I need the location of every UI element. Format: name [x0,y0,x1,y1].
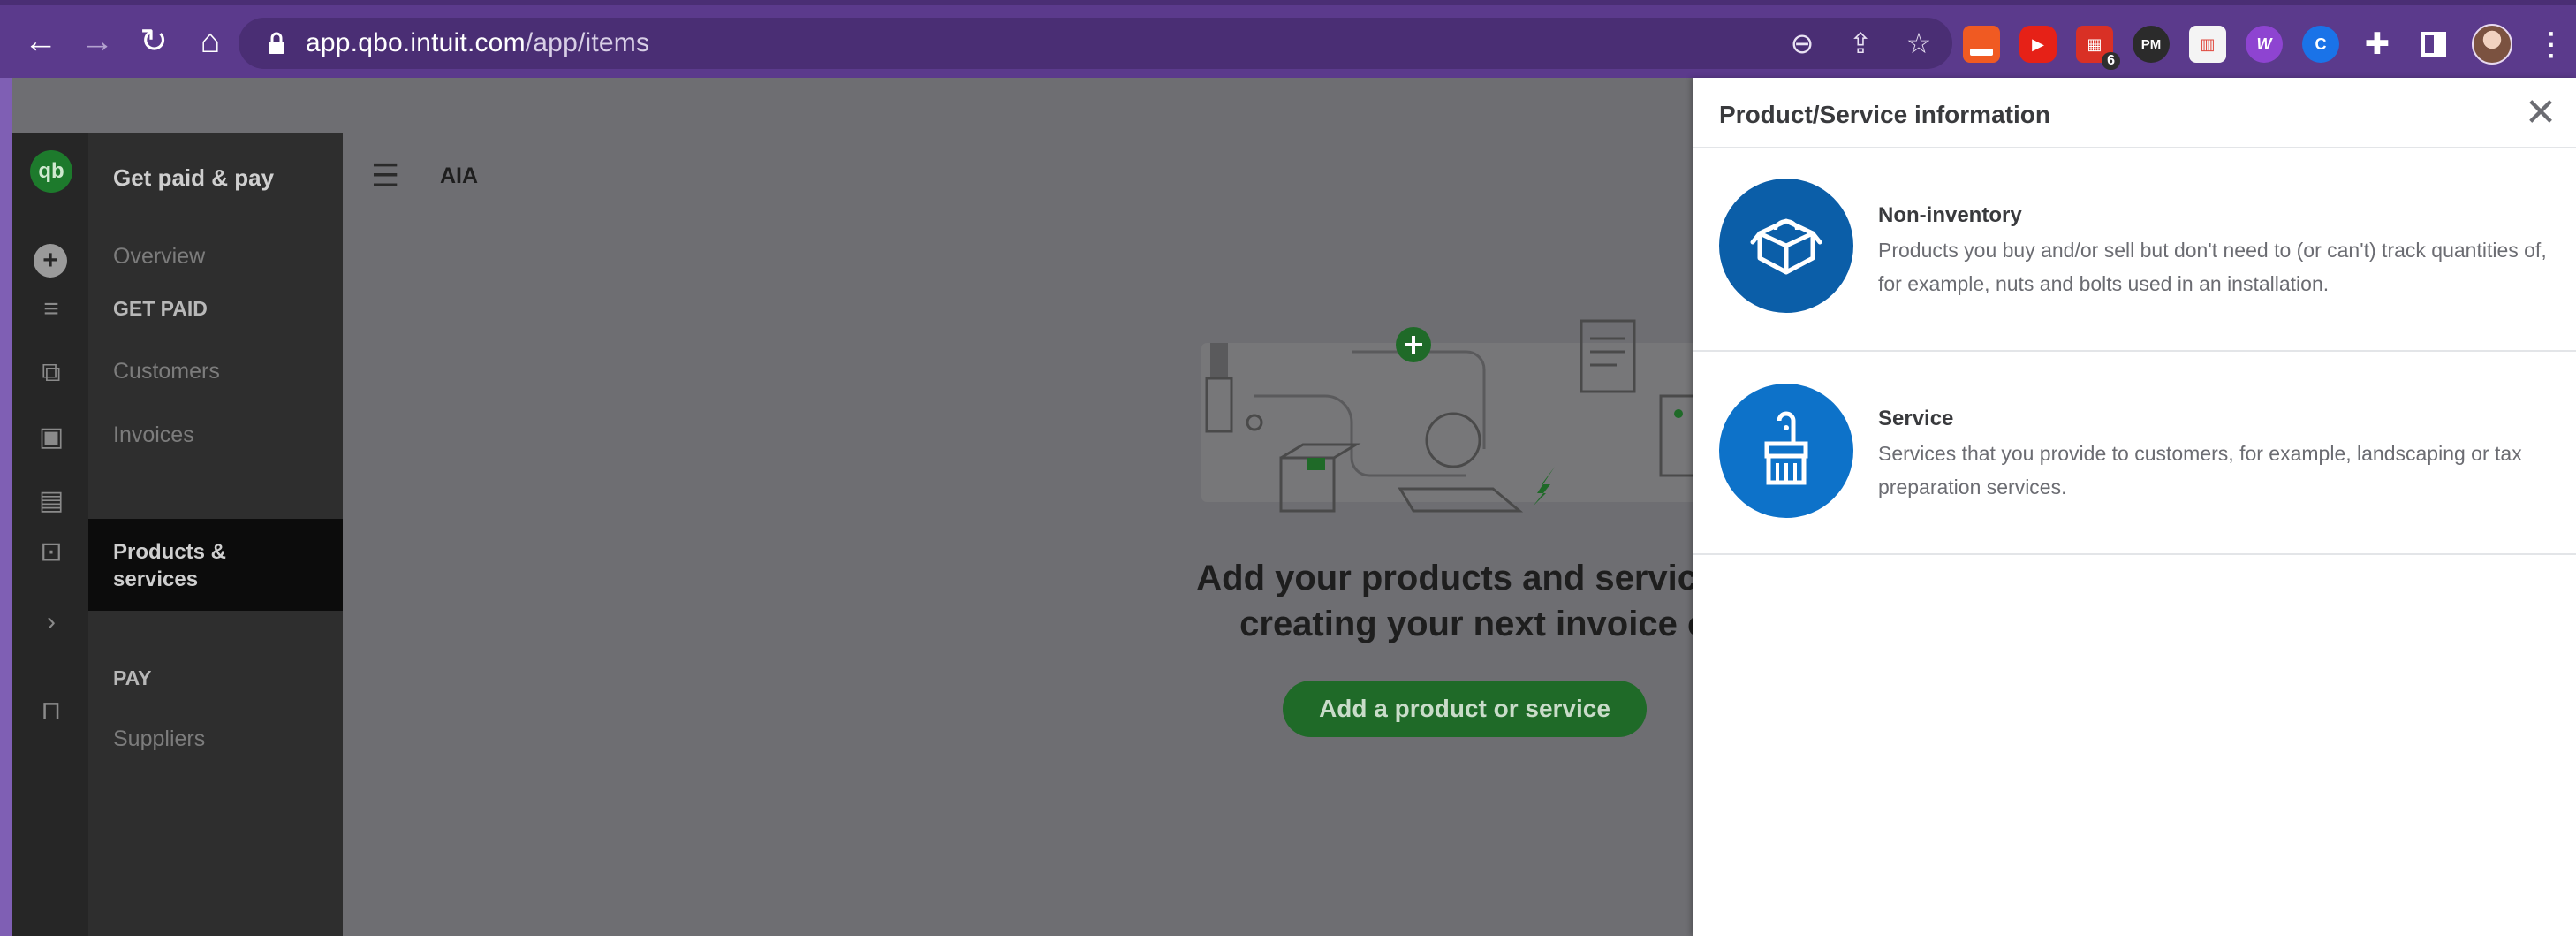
option-description: Services that you provide to customers, … [1878,442,2522,498]
sidebar-item-suppliers[interactable]: Suppliers [113,727,205,752]
quickbooks-logo-icon[interactable]: qb [30,150,72,193]
toolbox-ext-icon[interactable]: ▥ [2189,26,2226,63]
drawer-header: Product/Service information ✕ [1693,78,2576,148]
reports-icon[interactable]: ⊡ [25,530,78,573]
url-text: app.qbo.intuit.com/app/items [306,28,650,57]
forward-icon[interactable]: → [69,13,125,70]
sidebar-item-overview[interactable]: Overview [113,244,205,270]
box-icon [1719,179,1853,313]
sidebar-item-products-services[interactable]: Products & services [88,519,343,611]
sidebar-section-get-paid: GET PAID [113,297,208,320]
option-description: Products you buy and/or sell but don't n… [1878,239,2547,295]
paintbrush-icon [1719,384,1853,518]
calendar-icon[interactable]: ▤ [25,479,78,521]
option-label: Non-inventory [1878,203,2022,227]
browser-toolbar: ← → ↻ ⌂ app.qbo.intuit.com/app/items ⊖ ⇪… [0,0,2576,78]
youtube-ext-icon[interactable]: ▶ [2019,26,2057,63]
sidebar-item-label: Products & services [113,540,227,591]
option-service[interactable]: Service Services that you provide to cus… [1693,352,2576,555]
pm-ext-icon[interactable]: PM [2133,26,2170,63]
bookmark-ext-icon[interactable] [1963,26,2000,63]
company-name: AIA [440,163,479,188]
option-non-inventory[interactable]: Non-inventory Products you buy and/or se… [1693,148,2576,352]
bookmark-star-icon[interactable]: ☆ [1901,27,1936,60]
w-ext-icon[interactable]: W [2246,26,2283,63]
icon-rail: qb + ≡ ⧉ ▣ ▤ ⊡ › ⊓ [12,133,88,936]
close-icon[interactable]: ✕ [2518,90,2564,136]
menu-kebab-icon[interactable]: ⋮ [2535,26,2567,63]
money-icon[interactable]: ▣ [25,415,78,458]
product-service-drawer: Product/Service information ✕ Non-invent… [1693,78,2576,936]
share-icon[interactable]: ⇪ [1843,27,1878,60]
address-bar[interactable]: app.qbo.intuit.com/app/items ⊖ ⇪ ☆ [239,18,1952,69]
menu-icon[interactable]: ≡ [25,288,78,331]
side-panel-icon[interactable] [2415,26,2452,63]
add-product-button[interactable]: Add a product or service [1283,681,1647,737]
sidebar-nav: Get paid & pay Overview GET PAID Custome… [88,133,343,936]
c-ext-icon[interactable]: C [2302,26,2339,63]
empty-state-illustration [1201,319,1714,513]
sales-icon[interactable]: ⧉ [25,352,78,394]
home-icon[interactable]: ⌂ [182,13,239,70]
calendar-ext-icon[interactable]: ▦ 6 [2076,26,2120,70]
left-edge-strip [0,78,12,936]
lock-icon [263,30,290,57]
create-plus-icon[interactable]: + [34,244,67,278]
drawer-title: Product/Service information [1719,101,2050,128]
zoom-icon[interactable]: ⊖ [1784,27,1820,60]
profile-avatar[interactable] [2472,24,2512,65]
expand-chevron-icon[interactable]: › [25,601,78,643]
sidebar-section-pay: PAY [113,666,152,689]
sidebar-item-customers[interactable]: Customers [113,359,220,384]
puzzle-icon[interactable]: ✚ [2359,26,2396,63]
collapse-menu-icon[interactable]: ☰ [371,157,410,194]
content-topbar: ☰ AIA [371,157,478,194]
sidebar-item-invoices[interactable]: Invoices [113,422,194,448]
sidebar-title: Get paid & pay [113,164,275,191]
reload-icon[interactable]: ↻ [125,13,182,70]
bookmark-icon[interactable]: ⊓ [25,689,78,732]
back-icon[interactable]: ← [12,13,69,70]
option-label: Service [1878,407,1954,430]
